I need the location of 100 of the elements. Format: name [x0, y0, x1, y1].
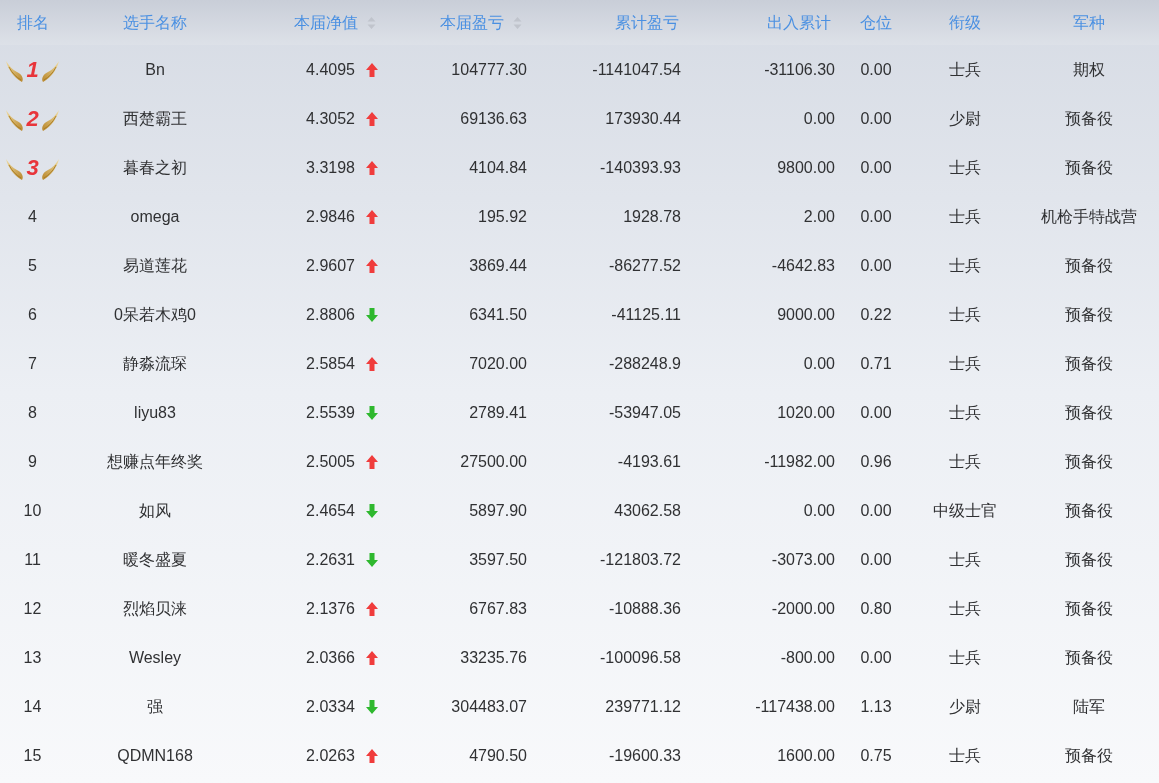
branch-name: 预备役 — [1064, 451, 1113, 472]
column-header: 仓位 — [860, 12, 892, 33]
position-value: 0.96 — [860, 451, 892, 472]
total-profit-value: -19600.33 — [608, 745, 681, 766]
player-name: liyu83 — [134, 402, 176, 423]
column-header: 衔级 — [949, 12, 981, 33]
profit-value: 104777.30 — [451, 59, 527, 80]
total-profit-value: -86277.52 — [608, 255, 681, 276]
position-value: 1.13 — [860, 696, 892, 717]
flow-value: -31106.30 — [764, 59, 835, 80]
rank-title: 少尉 — [949, 696, 981, 717]
profit-value: 27500.00 — [460, 451, 527, 472]
player-name: omega — [130, 206, 180, 227]
rank-number: 9 — [28, 451, 37, 472]
flow-value: 0.00 — [803, 108, 835, 129]
rank-title: 少尉 — [949, 108, 981, 129]
branch-name: 预备役 — [1064, 549, 1113, 570]
flow-value: 9000.00 — [777, 304, 835, 325]
total-profit-value: -140393.93 — [600, 157, 681, 178]
total-profit-value: -100096.58 — [600, 647, 681, 668]
rank-title: 士兵 — [949, 647, 981, 668]
total-profit-value: -288248.9 — [608, 353, 681, 374]
flow-value: 9800.00 — [777, 157, 835, 178]
position-value: 0.00 — [860, 206, 892, 227]
branch-name: 机枪手特战营 — [1040, 206, 1137, 227]
flow-value: 0.00 — [803, 353, 835, 374]
position-value: 0.00 — [860, 647, 892, 668]
position-value: 0.00 — [860, 402, 892, 423]
position-value: 0.75 — [860, 745, 892, 766]
rank-number: 8 — [28, 402, 37, 423]
net-value: 2.0263 — [306, 745, 355, 766]
profit-value: 4104.84 — [469, 157, 527, 178]
branch-name: 预备役 — [1064, 598, 1113, 619]
branch-name: 预备役 — [1064, 500, 1113, 521]
rank-number: 10 — [23, 500, 42, 521]
flow-value: -800.00 — [780, 647, 835, 668]
player-name: 强 — [147, 696, 163, 717]
net-value: 2.8806 — [306, 304, 355, 325]
rank-number: 3 — [26, 156, 39, 179]
flow-value: -2000.00 — [771, 598, 835, 619]
position-value: 0.00 — [860, 255, 892, 276]
player-name: 暖冬盛夏 — [123, 549, 187, 570]
rank-title: 士兵 — [949, 745, 981, 766]
profit-value: 7020.00 — [469, 353, 527, 374]
total-profit-value: 173930.44 — [605, 108, 681, 129]
rank-number: 7 — [28, 353, 37, 374]
rank-title: 士兵 — [949, 59, 981, 80]
position-value: 0.22 — [860, 304, 892, 325]
profit-value: 3597.50 — [469, 549, 527, 570]
column-header: 军种 — [1072, 12, 1105, 33]
rank-number: 2 — [26, 107, 39, 130]
position-value: 0.00 — [860, 59, 892, 80]
net-value: 2.4654 — [306, 500, 355, 521]
flow-value: -117438.00 — [755, 696, 835, 717]
net-value: 2.9607 — [306, 255, 355, 276]
net-value: 2.5539 — [306, 402, 355, 423]
rank-title: 士兵 — [949, 353, 981, 374]
profit-value: 195.92 — [478, 206, 527, 227]
net-value: 4.4095 — [306, 59, 355, 80]
branch-name: 预备役 — [1064, 402, 1113, 423]
net-value: 2.0366 — [306, 647, 355, 668]
position-value: 0.00 — [860, 500, 892, 521]
rank-title: 中级士官 — [933, 500, 997, 521]
flow-value: 0.00 — [803, 500, 835, 521]
column-header[interactable]: 本届盈亏 — [440, 10, 504, 35]
net-value: 4.3052 — [306, 108, 355, 129]
profit-value: 3869.44 — [469, 255, 527, 276]
profit-value: 304483.07 — [451, 696, 527, 717]
column-header: 排名 — [16, 12, 49, 33]
player-name: 如风 — [139, 500, 171, 521]
branch-name: 预备役 — [1064, 304, 1113, 325]
flow-value: 2.00 — [803, 206, 835, 227]
rank-title: 士兵 — [949, 451, 981, 472]
net-value: 2.9846 — [306, 206, 355, 227]
position-value: 0.00 — [860, 108, 892, 129]
rank-title: 士兵 — [949, 304, 981, 325]
total-profit-value: -121803.72 — [600, 549, 681, 570]
branch-name: 预备役 — [1064, 157, 1113, 178]
flow-value: 1600.00 — [777, 745, 835, 766]
column-header[interactable]: 本届净值 — [294, 10, 358, 35]
profit-value: 33235.76 — [460, 647, 527, 668]
rank-title: 士兵 — [949, 255, 981, 276]
total-profit-value: -4193.61 — [617, 451, 681, 472]
position-value: 0.71 — [860, 353, 892, 374]
rank-title: 士兵 — [949, 157, 981, 178]
profit-value: 69136.63 — [460, 108, 527, 129]
rank-number: 4 — [28, 206, 37, 227]
total-profit-value: 1928.78 — [623, 206, 681, 227]
total-profit-value: 43062.58 — [614, 500, 681, 521]
player-name: 西楚霸王 — [123, 108, 187, 129]
position-value: 0.00 — [860, 157, 892, 178]
position-value: 0.80 — [860, 598, 892, 619]
profit-value: 6341.50 — [469, 304, 527, 325]
total-profit-value: -1141047.54 — [592, 59, 681, 80]
player-name: QDMN168 — [117, 745, 193, 766]
net-value: 2.1376 — [306, 598, 355, 619]
player-name: 易道莲花 — [123, 255, 187, 276]
player-name: 烈焰贝涞 — [123, 598, 187, 619]
column-header: 累计盈亏 — [615, 12, 679, 33]
rank-number: 15 — [23, 745, 42, 766]
